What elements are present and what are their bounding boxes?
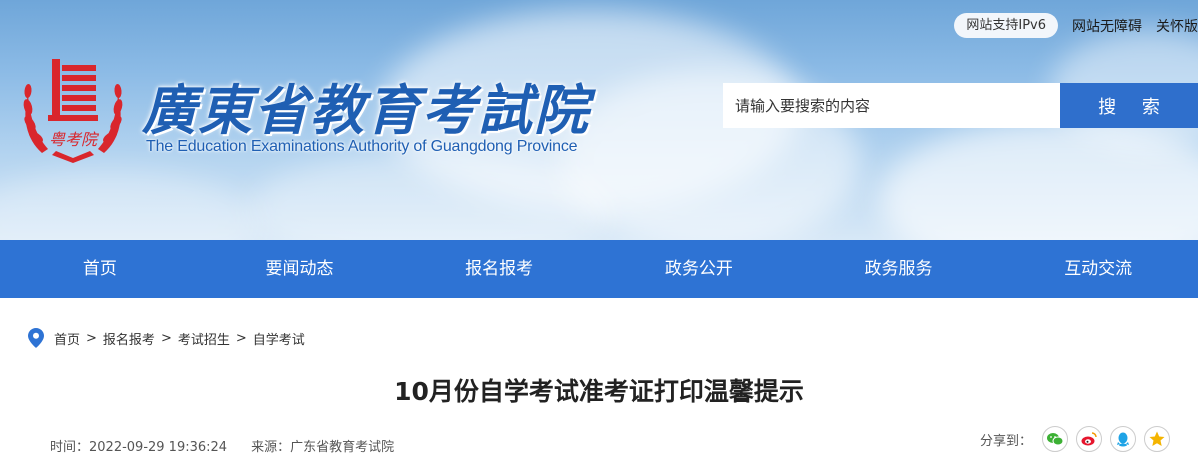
breadcrumb-admissions[interactable]: 考试招生	[178, 329, 230, 348]
article-title: 10月份自学考试准考证打印温馨提示	[394, 377, 804, 406]
qzone-share-button[interactable]	[1144, 426, 1171, 452]
qq-icon	[1117, 432, 1130, 447]
search-button[interactable]: 搜 索	[1060, 83, 1198, 128]
nav-item-services[interactable]: 政务服务	[799, 240, 999, 298]
wechat-share-button[interactable]	[1042, 426, 1069, 452]
nav-item-interaction[interactable]: 互动交流	[998, 240, 1198, 298]
search-bar: 搜 索	[723, 83, 1198, 128]
site-title-chinese: 廣東省教育考試院	[142, 78, 590, 142]
share-bar: 分享到：	[980, 426, 1178, 452]
wechat-icon	[1047, 433, 1064, 446]
nav-item-public-affairs[interactable]: 政务公开	[599, 240, 799, 298]
breadcrumb-separator: >	[160, 330, 172, 346]
site-header: 网站支持IPv6 网站无障碍 关怀版 粤考院 廣東省教育考試院 The Educ…	[0, 0, 1198, 240]
location-pin-icon	[28, 328, 44, 348]
nav-item-home[interactable]: 首页	[0, 240, 200, 298]
weibo-share-button[interactable]	[1076, 426, 1103, 452]
top-utility-bar: 网站支持IPv6 网站无障碍 关怀版	[954, 13, 1198, 38]
share-label: 分享到：	[980, 433, 1033, 449]
breadcrumb-self-study-exam[interactable]: 自学考试	[253, 329, 305, 348]
article-meta: 时间：2022-09-29 19:36:24 来源：广东省教育考试院	[50, 436, 394, 455]
site-logo-emblem[interactable]: 粤考院	[22, 55, 124, 167]
care-mode-link[interactable]: 关怀版	[1156, 16, 1198, 36]
breadcrumb-registration[interactable]: 报名报考	[103, 329, 155, 348]
site-title-english: The Education Examinations Authority of …	[146, 138, 578, 155]
nav-item-registration[interactable]: 报名报考	[399, 240, 599, 298]
ipv6-badge: 网站支持IPv6	[954, 13, 1058, 38]
qq-share-button[interactable]	[1110, 426, 1137, 452]
logo-text: 粤考院	[49, 130, 100, 149]
accessibility-link[interactable]: 网站无障碍	[1072, 16, 1142, 36]
breadcrumb-home[interactable]: 首页	[54, 329, 80, 348]
breadcrumb-separator: >	[235, 330, 247, 346]
main-nav: 首页 要闻动态 报名报考 政务公开 政务服务 互动交流	[0, 240, 1198, 298]
nav-item-news[interactable]: 要闻动态	[200, 240, 400, 298]
publish-time: 时间：2022-09-29 19:36:24	[50, 440, 228, 455]
article-source: 来源：广东省教育考试院	[251, 440, 395, 455]
qzone-icon	[1149, 431, 1165, 446]
weibo-icon	[1081, 432, 1097, 446]
search-input[interactable]	[723, 83, 1060, 128]
cloud-decoration	[0, 170, 260, 240]
breadcrumb: 首页 > 报名报考 > 考试招生 > 自学考试	[28, 328, 305, 348]
breadcrumb-separator: >	[86, 330, 97, 346]
